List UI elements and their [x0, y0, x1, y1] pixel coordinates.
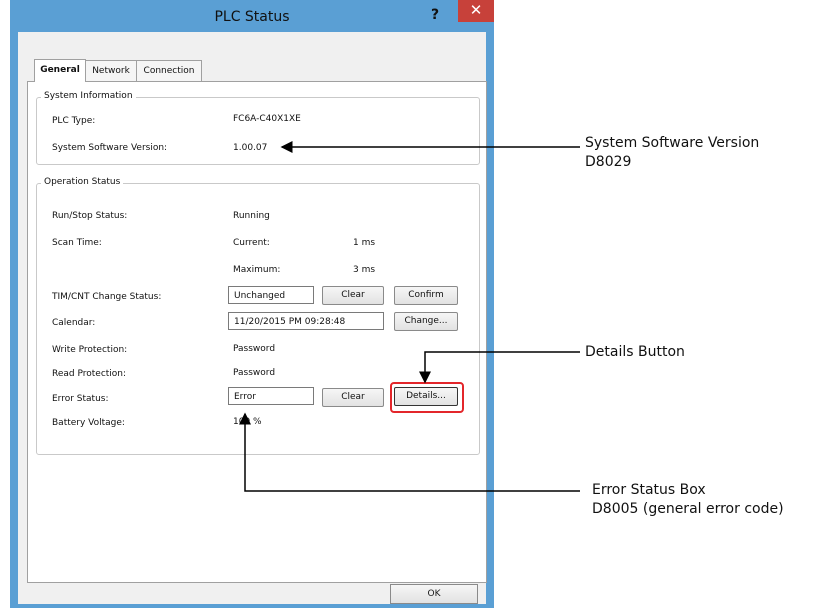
callout-error-line2: D8005 (general error code): [592, 501, 784, 517]
callout-sw-version: System Software Version D8029: [585, 134, 759, 172]
annotation-arrows: [239, 141, 580, 492]
callout-error-status: Error Status Box D8005 (general error co…: [592, 481, 784, 519]
tab-general[interactable]: General: [34, 59, 86, 82]
callout-sw-version-line1: System Software Version: [585, 135, 760, 151]
callout-error-line1: Error Status Box: [592, 482, 706, 498]
callout-details-button: Details Button: [585, 343, 685, 362]
callout-sw-version-line2: D8029: [585, 154, 632, 170]
callout-details-line1: Details Button: [585, 344, 685, 360]
details-arrow: [419, 351, 580, 384]
error-status-arrow: [239, 412, 580, 492]
